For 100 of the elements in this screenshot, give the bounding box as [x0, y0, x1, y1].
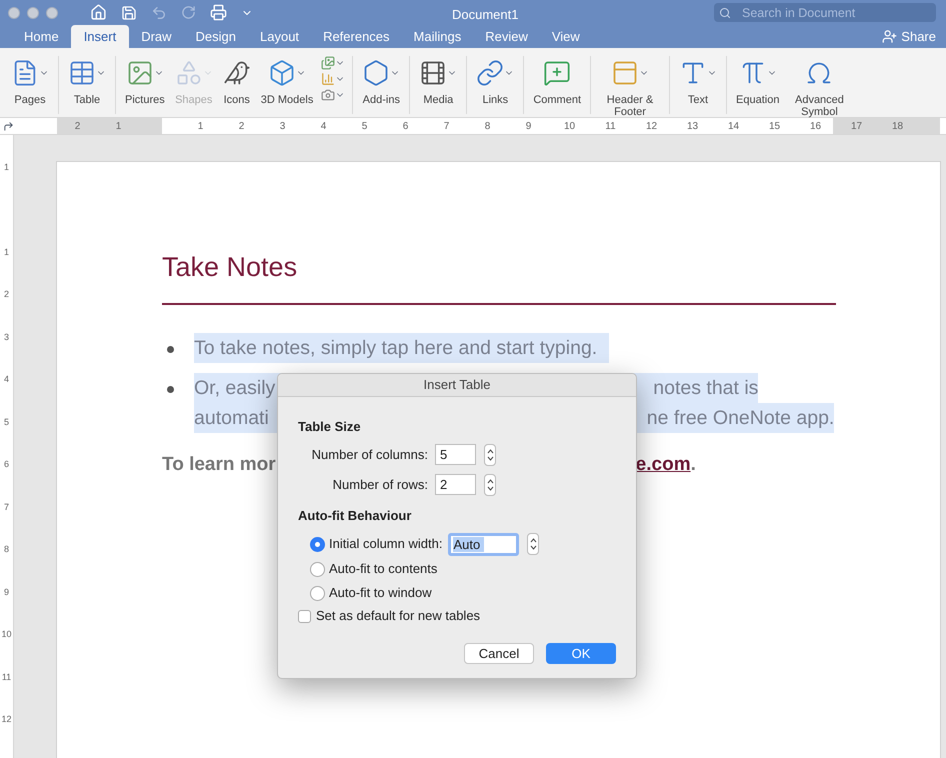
ruler-number: 1	[114, 120, 122, 134]
ruler-number: 5	[360, 120, 368, 134]
ribbon-button[interactable]: Pages	[6, 56, 54, 106]
ruler-number: 17	[850, 120, 864, 134]
ruler-number: 15	[768, 120, 782, 134]
section-heading: Table Size	[298, 418, 362, 436]
stepper-icon[interactable]	[527, 533, 540, 555]
tab-stop-icon[interactable]	[3, 120, 14, 132]
link-icon	[476, 59, 504, 87]
shapes-icon	[174, 59, 203, 87]
images-icon[interactable]	[321, 56, 336, 70]
radio-button[interactable]	[310, 536, 325, 552]
ruler-number: 18	[890, 120, 904, 134]
ribbon-button[interactable]: Add-ins	[357, 56, 406, 106]
ruler-number: 12	[1, 713, 12, 726]
ribbon-button[interactable]: Header & Footer	[595, 56, 666, 118]
paragraph-text: .	[690, 453, 696, 477]
ok-button[interactable]: OK	[546, 643, 616, 664]
window-title: Document1	[452, 6, 518, 24]
checkbox[interactable]	[298, 610, 311, 622]
ruler-number: 9	[524, 120, 532, 134]
ruler-number: 6	[4, 458, 9, 471]
ruler-number: 2	[238, 120, 246, 134]
header-footer-icon	[611, 59, 640, 87]
paragraph-text: To learn mor	[162, 453, 276, 477]
number-field[interactable]: 2	[435, 474, 476, 495]
ruler-number: 11	[2, 670, 12, 684]
link[interactable]: e.com	[636, 451, 691, 480]
ruler-number: 7	[442, 120, 450, 134]
ribbon-button[interactable]: Advanced Symbol	[784, 56, 854, 118]
bullet-text: ne free OneNote app.	[646, 406, 834, 431]
undo-icon[interactable]	[151, 4, 167, 20]
ruler-number: 10	[1, 628, 12, 641]
print-icon[interactable]	[210, 4, 227, 21]
ribbon-button[interactable]: Equation	[731, 56, 784, 106]
ribbon-tab[interactable]: Insert	[70, 25, 130, 48]
window-control-icon[interactable]	[27, 6, 39, 18]
radio-label[interactable]: Initial column width:	[329, 534, 442, 554]
ruler-number: 13	[686, 120, 700, 134]
stepper-icon[interactable]	[484, 474, 496, 496]
width-field[interactable]: Auto	[448, 532, 520, 556]
bullet-text: Or, easily	[194, 376, 276, 401]
home-icon[interactable]	[90, 4, 107, 21]
search-icon	[719, 7, 731, 19]
ribbon-button[interactable]: Comment	[528, 56, 586, 106]
ribbon-button[interactable]: Text	[674, 56, 722, 106]
bullet-text: To take notes, simply tap here and start typing.	[194, 336, 598, 361]
field-label: Number of rows:	[332, 476, 429, 494]
picture-icon	[126, 59, 154, 87]
radio-label[interactable]: Auto-fit to contents	[329, 559, 438, 579]
hexagon-icon	[362, 59, 390, 87]
bullet-text: notes that is	[653, 376, 758, 401]
ruler-number: 7	[4, 500, 9, 514]
ruler-number: 2	[4, 288, 9, 301]
stepper-icon[interactable]	[484, 444, 496, 466]
ruler-number: 1	[4, 161, 9, 174]
field-label: Number of columns:	[310, 446, 429, 464]
cancel-button[interactable]: Cancel	[464, 643, 534, 664]
window-control-icon[interactable]	[46, 6, 58, 18]
radio-button[interactable]	[310, 562, 325, 576]
ruler-number: 12	[644, 120, 658, 134]
ruler-number: 3	[278, 120, 286, 134]
window-control-icon[interactable]	[8, 6, 20, 18]
checkbox-label[interactable]: Set as default for new tables	[316, 606, 480, 626]
heading: Take Notes	[162, 251, 298, 284]
ruler-number: 8	[484, 120, 492, 134]
ruler-number: 11	[604, 120, 617, 134]
ruler-number: 14	[726, 120, 740, 134]
ribbon-button[interactable]: Table	[63, 56, 111, 106]
section-heading: Auto-fit Behaviour	[298, 506, 412, 524]
bird-icon	[222, 59, 251, 87]
ruler-number: 5	[4, 416, 9, 428]
film-icon	[419, 59, 448, 87]
bullet-icon	[167, 346, 174, 353]
ribbon-button[interactable]: Media	[414, 56, 462, 106]
ruler-number: 1	[4, 246, 9, 258]
number-field[interactable]: 5	[435, 444, 476, 465]
ruler-number: 8	[4, 543, 9, 556]
ruler-number: 6	[402, 120, 410, 134]
ruler-number: 16	[808, 120, 822, 134]
ribbon-button[interactable]: Links	[471, 56, 520, 106]
dialog-title: Insert Table	[424, 376, 490, 394]
table-icon	[68, 59, 96, 87]
ruler-number: 9	[4, 586, 9, 598]
ruler-number: 1	[196, 120, 204, 134]
bullet-text: automati	[194, 406, 270, 431]
ruler-number: 3	[4, 330, 9, 344]
ribbon-button[interactable]: Pictures	[120, 56, 170, 106]
radio-button[interactable]	[310, 586, 325, 600]
search-field[interactable]: Search in Document	[714, 3, 936, 22]
radio-label[interactable]: Auto-fit to window	[329, 583, 432, 603]
ribbon-button[interactable]: Icons	[218, 56, 256, 106]
camera-icon[interactable]	[321, 88, 336, 102]
cube-icon	[268, 59, 296, 87]
bullet-icon	[167, 386, 174, 393]
save-icon[interactable]	[121, 4, 137, 20]
add-person-icon	[882, 29, 898, 44]
redo-icon[interactable]	[181, 5, 196, 20]
bar-chart-icon[interactable]	[321, 72, 336, 86]
ribbon-button[interactable]: 3D Models	[256, 56, 318, 106]
